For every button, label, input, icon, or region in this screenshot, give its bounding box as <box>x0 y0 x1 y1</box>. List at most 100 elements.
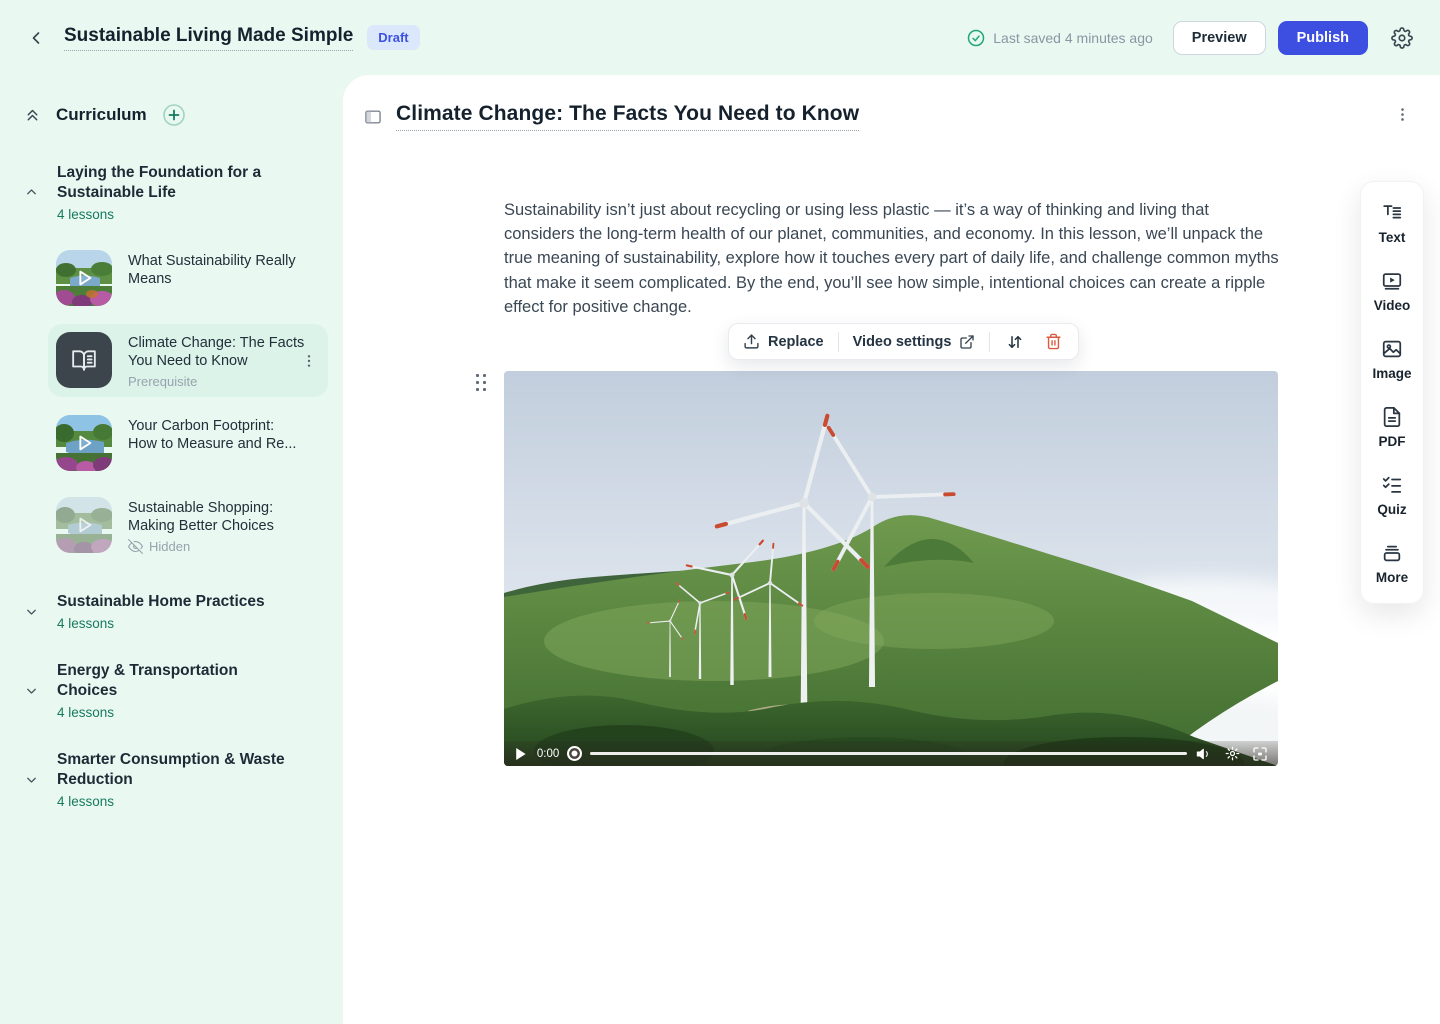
video-poster-wind-turbines <box>504 371 1278 766</box>
chevron-down-icon[interactable] <box>24 772 39 787</box>
lesson-item-carbon-footprint[interactable]: Your Carbon Footprint: How to Measure an… <box>48 407 328 479</box>
settings-button[interactable] <box>1386 22 1418 54</box>
publish-button[interactable]: Publish <box>1278 21 1368 55</box>
section-header[interactable]: Laying the Foundation for a Sustainable … <box>0 163 343 222</box>
curriculum-heading: Curriculum <box>56 105 147 125</box>
tool-label: PDF <box>1379 434 1406 449</box>
lesson-meta-prerequisite: Prerequisite <box>128 374 306 389</box>
tool-label: Quiz <box>1377 502 1406 517</box>
lesson-item-what-sustainability[interactable]: What Sustainability Really Means <box>48 242 328 314</box>
sidebar-toggle-button[interactable] <box>362 106 384 128</box>
tool-label: Video <box>1374 298 1411 313</box>
player-settings-button[interactable] <box>1223 745 1241 763</box>
kebab-menu-icon <box>301 353 317 369</box>
preview-button[interactable]: Preview <box>1173 21 1266 55</box>
more-icon <box>1381 542 1403 564</box>
video-settings-button[interactable]: Video settings <box>851 330 978 354</box>
lesson-options-button[interactable] <box>1390 102 1414 126</box>
chevron-left-icon <box>26 28 46 48</box>
section-title: Energy & Transportation Choices <box>57 661 297 701</box>
lesson-thumbnail <box>56 250 112 306</box>
section-lesson-count: 4 lessons <box>57 705 297 720</box>
tool-video[interactable]: Video <box>1374 270 1411 313</box>
block-drag-handle[interactable] <box>476 374 492 396</box>
video-icon <box>1381 270 1403 292</box>
sort-arrows-icon <box>1006 333 1024 351</box>
curriculum-sidebar: Curriculum Laying the Foundation for a S… <box>0 75 343 1024</box>
replace-label: Replace <box>768 334 824 350</box>
plus-circle-icon <box>162 103 186 127</box>
lesson-title: Your Carbon Footprint: How to Measure an… <box>128 417 306 453</box>
tool-quiz[interactable]: Quiz <box>1377 474 1406 517</box>
play-icon <box>56 497 112 553</box>
lesson-title: Climate Change: The Facts You Need to Kn… <box>128 334 306 370</box>
curriculum-section: Laying the Foundation for a Sustainable … <box>0 163 343 562</box>
delete-block-button[interactable] <box>1040 329 1066 355</box>
section-title: Laying the Foundation for a Sustainable … <box>57 163 297 203</box>
video-settings-label: Video settings <box>853 334 952 350</box>
chevron-up-icon[interactable] <box>24 185 39 200</box>
topbar: Sustainable Living Made Simple Draft Las… <box>0 0 1440 75</box>
tool-label: More <box>1376 570 1408 585</box>
tool-text[interactable]: Text <box>1379 202 1406 245</box>
collapse-all-button[interactable] <box>24 107 41 124</box>
section-title: Sustainable Home Practices <box>57 592 297 612</box>
section-header[interactable]: Sustainable Home Practices 4 lessons <box>0 592 343 631</box>
section-header[interactable]: Energy & Transportation Choices 4 lesson… <box>0 661 343 720</box>
status-badge: Draft <box>367 25 419 50</box>
video-controls-bar: 0:00 <box>504 741 1278 766</box>
lesson-title: Sustainable Shopping: Making Better Choi… <box>128 499 306 535</box>
tool-image[interactable]: Image <box>1372 338 1411 381</box>
save-status-text: Last saved 4 minutes ago <box>993 30 1153 46</box>
eye-off-icon <box>128 539 143 554</box>
save-status: Last saved 4 minutes ago <box>967 29 1153 47</box>
play-icon <box>56 415 112 471</box>
fullscreen-button[interactable] <box>1251 745 1269 763</box>
play-button[interactable] <box>513 746 529 762</box>
lesson-thumbnail <box>56 332 112 388</box>
scrubber-handle[interactable] <box>567 746 582 761</box>
lesson-item-climate-change[interactable]: Climate Change: The Facts You Need to Kn… <box>48 324 328 397</box>
lesson-editor-panel: Climate Change: The Facts You Need to Kn… <box>343 75 1440 1024</box>
lesson-thumbnail <box>56 497 112 553</box>
section-lesson-count: 4 lessons <box>57 616 297 631</box>
toolbar-divider <box>838 332 839 352</box>
insert-block-panel: Text Video Image PDF Quiz More <box>1360 181 1424 604</box>
back-button[interactable] <box>22 24 50 52</box>
pdf-icon <box>1381 406 1403 428</box>
tool-label: Image <box>1372 366 1411 381</box>
section-lesson-count: 4 lessons <box>57 207 297 222</box>
move-block-button[interactable] <box>1002 329 1028 355</box>
check-circle-icon <box>967 29 985 47</box>
upload-icon <box>743 333 760 350</box>
chevron-down-icon[interactable] <box>24 604 39 619</box>
progress-bar[interactable] <box>590 752 1187 755</box>
course-title[interactable]: Sustainable Living Made Simple <box>64 25 353 51</box>
tool-label: Text <box>1379 230 1406 245</box>
lesson-meta-text: Hidden <box>149 539 190 554</box>
replace-button[interactable]: Replace <box>741 329 826 354</box>
lesson-thumbnail <box>56 415 112 471</box>
curriculum-section: Sustainable Home Practices 4 lessons <box>0 592 343 631</box>
toolbar-divider <box>989 332 990 352</box>
video-block-toolbar: Replace Video settings <box>728 323 1079 360</box>
section-lesson-count: 4 lessons <box>57 794 297 809</box>
chevron-down-icon[interactable] <box>24 683 39 698</box>
lesson-menu-button[interactable] <box>298 350 320 372</box>
volume-button[interactable] <box>1195 745 1213 763</box>
trash-icon <box>1045 333 1062 350</box>
time-display: 0:00 <box>537 748 559 760</box>
section-title: Smarter Consumption & Waste Reduction <box>57 750 297 790</box>
external-link-icon <box>959 334 975 350</box>
add-section-button[interactable] <box>162 103 186 127</box>
quiz-icon <box>1381 474 1403 496</box>
gear-icon <box>1391 27 1413 49</box>
video-block[interactable]: 0:00 <box>504 371 1278 766</box>
tool-more[interactable]: More <box>1376 542 1408 585</box>
lesson-intro-paragraph[interactable]: Sustainability isn’t just about recyclin… <box>504 198 1280 319</box>
lesson-item-sustainable-shopping[interactable]: Sustainable Shopping: Making Better Choi… <box>48 489 328 562</box>
curriculum-section: Energy & Transportation Choices 4 lesson… <box>0 661 343 720</box>
tool-pdf[interactable]: PDF <box>1379 406 1406 449</box>
page-title[interactable]: Climate Change: The Facts You Need to Kn… <box>396 102 859 131</box>
section-header[interactable]: Smarter Consumption & Waste Reduction 4 … <box>0 750 343 809</box>
